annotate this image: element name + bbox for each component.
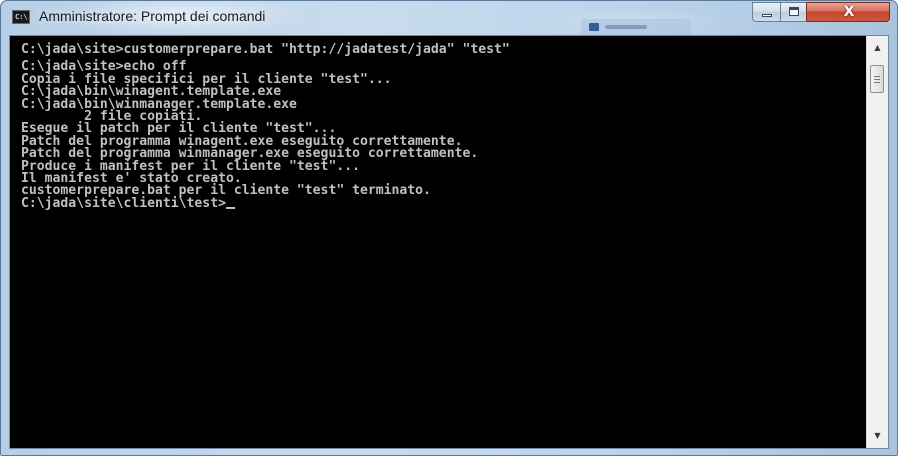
- maximize-button[interactable]: [780, 2, 807, 22]
- console-frame: C:\jada\site>customerprepare.bat "http:/…: [9, 35, 889, 449]
- console-output[interactable]: C:\jada\site>customerprepare.bat "http:/…: [10, 36, 866, 448]
- cmd-console-icon-text: C:\: [15, 13, 28, 21]
- minimize-icon: [762, 14, 772, 17]
- scrollbar-grip: [874, 76, 880, 77]
- background-window-label: [605, 25, 647, 29]
- window-title: Amministratore: Prompt dei comandi: [39, 8, 266, 24]
- scrollbar-grip: [874, 79, 880, 80]
- console-line: C:\jada\site\clienti\test>: [21, 196, 510, 210]
- close-button[interactable]: X: [806, 2, 890, 22]
- minimize-button[interactable]: [752, 2, 781, 22]
- title-bar[interactable]: C:\ Amministratore: Prompt dei comandi X: [1, 1, 897, 35]
- scroll-down-arrow-icon[interactable]: ▼: [867, 427, 888, 445]
- cmd-console-icon[interactable]: C:\: [12, 10, 30, 24]
- console-line: C:\jada\site>customerprepare.bat "http:/…: [21, 42, 510, 57]
- close-icon: X: [843, 4, 855, 20]
- scrollbar-grip: [874, 82, 880, 83]
- text-cursor: [225, 206, 235, 209]
- maximize-icon: [789, 7, 799, 16]
- caption-buttons: X: [752, 2, 890, 22]
- command-prompt-window[interactable]: C:\ Amministratore: Prompt dei comandi X…: [0, 0, 898, 456]
- console-text: C:\jada\site>customerprepare.bat "http:/…: [21, 42, 510, 210]
- background-window-peek: [581, 19, 691, 35]
- scrollbar-thumb[interactable]: [870, 65, 884, 93]
- background-window-icon: [589, 23, 599, 31]
- scroll-up-arrow-icon[interactable]: ▲: [867, 39, 888, 57]
- vertical-scrollbar[interactable]: ▲ ▼: [866, 36, 888, 448]
